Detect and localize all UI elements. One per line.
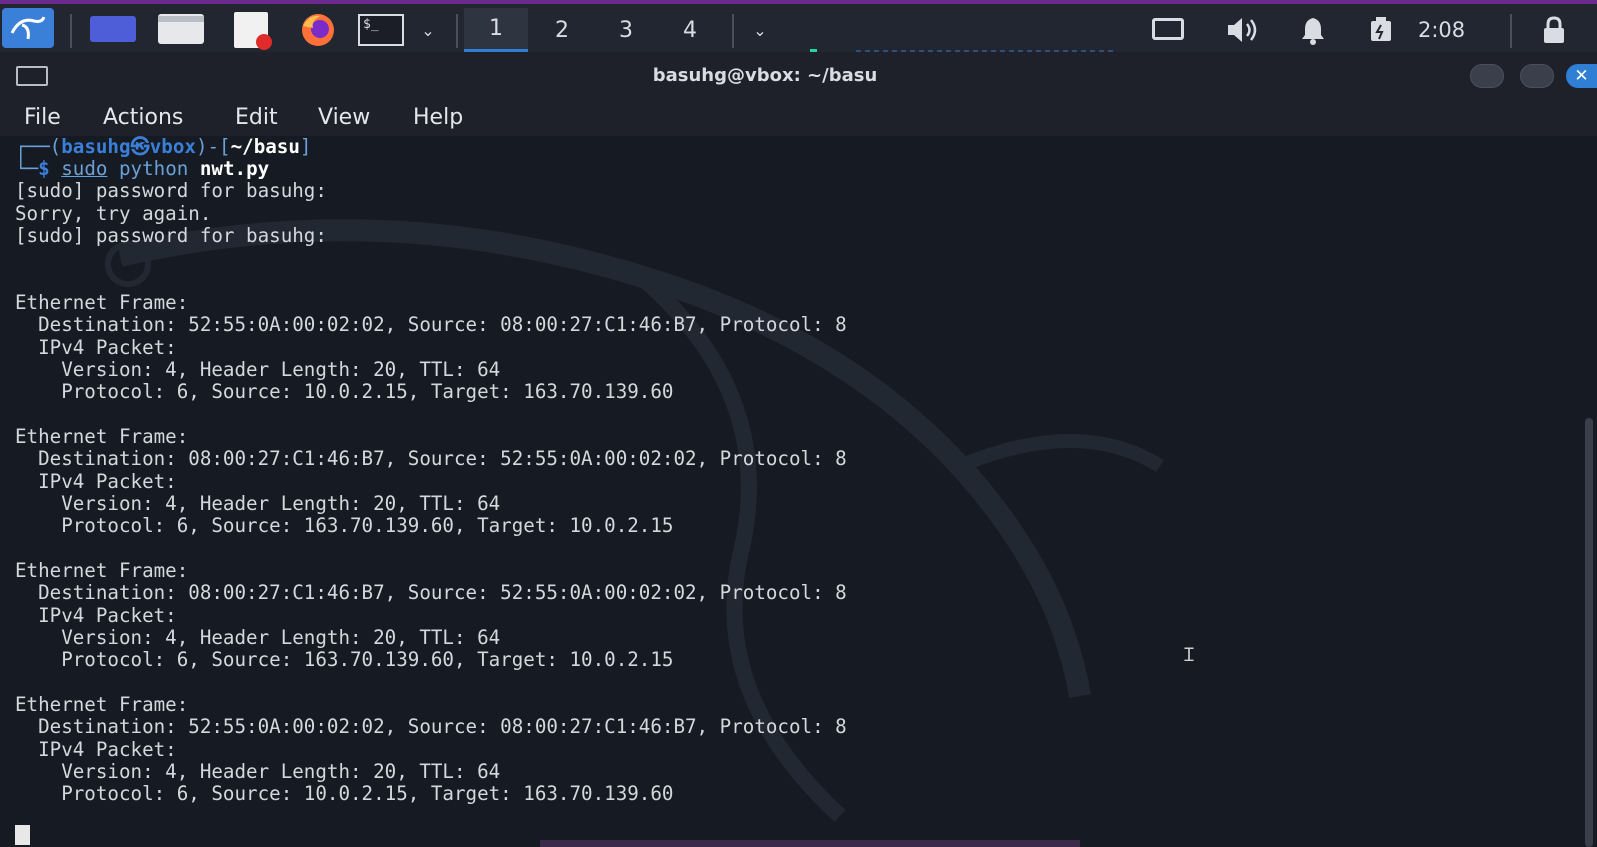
text-editor-icon[interactable]	[234, 12, 272, 50]
prompt-line-2: └─$ sudo python nwt.py	[15, 158, 269, 180]
desktop-icon[interactable]	[90, 16, 136, 42]
dropdown-icon[interactable]: ⌄	[418, 18, 438, 42]
output-line: Protocol: 6, Source: 10.0.2.15, Target: …	[15, 782, 674, 805]
workspace-3[interactable]: 3	[594, 8, 658, 52]
output-line: IPv4 Packet:	[15, 604, 177, 627]
workspace-1[interactable]: 1	[464, 8, 528, 52]
output-line: Destination: 52:55:0A:00:02:02, Source: …	[15, 313, 847, 336]
workspace-4[interactable]: 4	[658, 8, 722, 52]
output-line: [sudo] password for basuhg:	[15, 224, 327, 247]
prompt-mid: )-[	[195, 136, 231, 158]
overflow-dropdown-icon[interactable]: ⌄	[750, 18, 770, 42]
kali-menu-icon[interactable]	[2, 8, 54, 48]
cmd-python: python	[107, 157, 200, 180]
terminal-output[interactable]: ┌──(basuhg㉿vbox)-[~/basu] └─$ sudo pytho…	[0, 136, 1597, 847]
prompt-cont: └─	[15, 157, 39, 180]
volume-icon[interactable]	[1222, 14, 1262, 46]
output-line: Protocol: 6, Source: 10.0.2.15, Target: …	[15, 380, 674, 403]
output-line: Version: 4, Header Length: 20, TTL: 64	[15, 492, 501, 515]
menu-edit[interactable]: Edit	[235, 100, 278, 136]
workspace-2[interactable]: 2	[530, 8, 594, 52]
menu-bar: File Actions Edit View Help	[0, 100, 1597, 136]
prompt-path: ~/basu	[230, 136, 300, 158]
menu-actions[interactable]: Actions	[103, 100, 183, 136]
panel-separator	[456, 14, 458, 48]
output-line: Sorry, try again.	[15, 202, 212, 225]
display-icon[interactable]	[1152, 18, 1184, 40]
output-line: Destination: 52:55:0A:00:02:02, Source: …	[15, 715, 847, 738]
menu-view[interactable]: View	[318, 100, 370, 136]
panel-separator	[70, 14, 72, 48]
clock[interactable]: 2:08	[1418, 8, 1465, 52]
minimize-button[interactable]	[1470, 64, 1504, 88]
cmd-file: nwt.py	[199, 157, 270, 180]
output-line: Version: 4, Header Length: 20, TTL: 64	[15, 626, 501, 649]
output-line: Version: 4, Header Length: 20, TTL: 64	[15, 760, 501, 783]
prompt-close: ]	[299, 136, 312, 158]
battery-icon[interactable]	[1366, 14, 1396, 46]
menu-file[interactable]: File	[24, 100, 61, 136]
output-line: Protocol: 6, Source: 163.70.139.60, Targ…	[15, 514, 674, 537]
prompt-open: ┌──(	[15, 136, 62, 158]
top-panel: $_ ⌄ 1 2 3 4 ⌄ 2:08	[0, 0, 1597, 54]
output-line: Destination: 08:00:27:C1:46:B7, Source: …	[15, 447, 847, 470]
output-line: Ethernet Frame:	[15, 559, 189, 582]
text-cursor	[15, 825, 30, 845]
window-title: basuhg@vbox: ~/basu	[652, 65, 878, 86]
prompt-line-1: ┌──(basuhg㉿vbox)-[~/basu]	[15, 136, 311, 158]
taskbar-hint	[540, 840, 1080, 847]
scrollbar[interactable]	[1585, 418, 1593, 847]
terminal-icon[interactable]: $_	[358, 14, 404, 46]
lock-icon[interactable]	[1536, 14, 1572, 46]
prompt-dollar: $	[38, 157, 62, 180]
output-line: Ethernet Frame:	[15, 291, 189, 314]
firefox-icon[interactable]	[298, 12, 338, 48]
output-line: Protocol: 6, Source: 163.70.139.60, Targ…	[15, 648, 674, 671]
output-line: [sudo] password for basuhg:	[15, 179, 327, 202]
output-line: Ethernet Frame:	[15, 693, 189, 716]
output-line: Destination: 08:00:27:C1:46:B7, Source: …	[15, 581, 847, 604]
output-line: Ethernet Frame:	[15, 425, 189, 448]
window-titlebar[interactable]: basuhg@vbox: ~/basu ✕	[0, 52, 1597, 100]
output-line: IPv4 Packet:	[15, 738, 177, 761]
close-button[interactable]: ✕	[1566, 64, 1597, 88]
output-line: IPv4 Packet:	[15, 470, 177, 493]
panel-separator	[732, 14, 734, 48]
menu-help[interactable]: Help	[413, 100, 463, 136]
file-manager-icon[interactable]	[158, 14, 204, 44]
cmd-sudo: sudo	[61, 157, 108, 180]
panel-separator	[1510, 14, 1512, 48]
output-line: IPv4 Packet:	[15, 336, 177, 359]
notifications-icon[interactable]	[1296, 14, 1330, 46]
maximize-button[interactable]	[1520, 64, 1554, 88]
mouse-ibeam-icon: Ｉ	[1180, 645, 1198, 666]
prompt-user: basuhg㉿vbox	[61, 136, 196, 158]
output-line: Version: 4, Header Length: 20, TTL: 64	[15, 358, 501, 381]
